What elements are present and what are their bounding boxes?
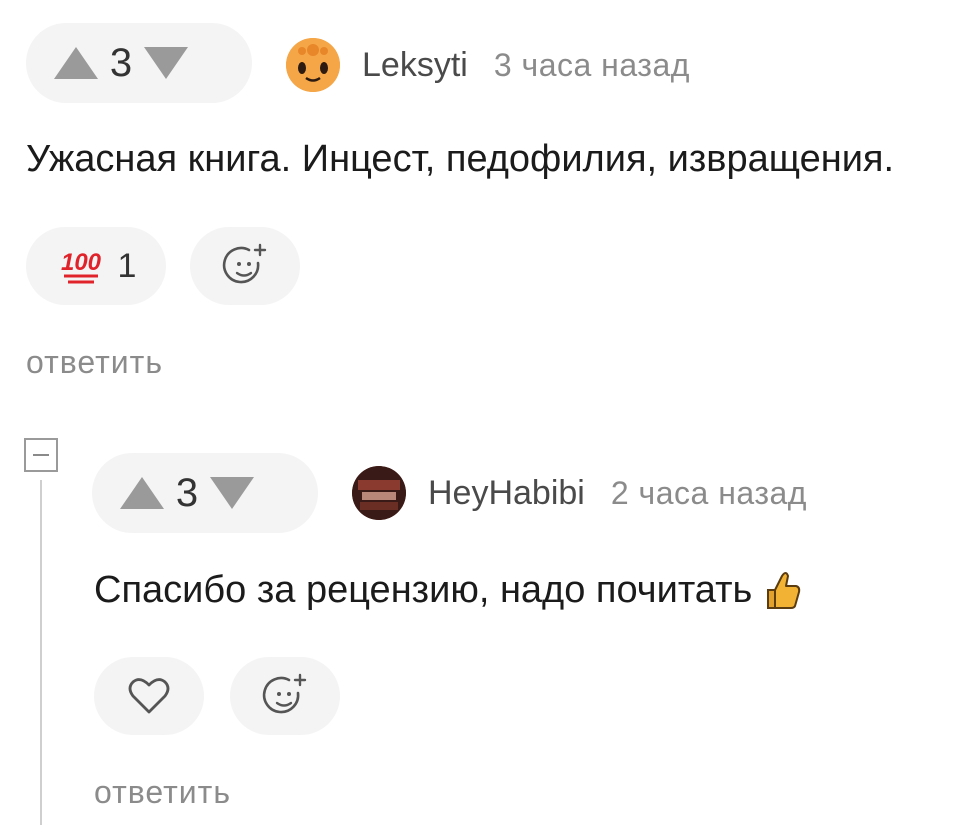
- like-button[interactable]: [94, 657, 204, 735]
- author-name[interactable]: HeyHabibi: [428, 474, 585, 513]
- triangle-down-icon: [144, 47, 188, 79]
- triangle-up-icon: [54, 47, 98, 79]
- author-name[interactable]: Leksyti: [362, 46, 468, 85]
- vote-count: 3: [109, 40, 133, 85]
- avatar-image-icon: [352, 466, 406, 520]
- comment-text: Ужасная книга. Инцест, педофилия, извращ…: [26, 138, 895, 180]
- comment-text: Спасибо за рецензию, надо почитать: [94, 568, 802, 612]
- collapse-thread-button[interactable]: [24, 438, 58, 472]
- triangle-down-icon: [210, 477, 254, 509]
- avatar[interactable]: [352, 466, 406, 520]
- svg-text:100: 100: [61, 249, 102, 276]
- reaction-100[interactable]: 100 1: [26, 227, 166, 305]
- reaction-count: 1: [117, 246, 137, 285]
- reply-link[interactable]: ответить: [26, 344, 163, 381]
- avatar-face-icon: [286, 38, 340, 92]
- add-reaction-button[interactable]: [190, 227, 300, 305]
- comment-text-body: Спасибо за рецензию, надо почитать: [94, 568, 753, 611]
- upvote-button[interactable]: [114, 465, 170, 521]
- add-reaction-button[interactable]: [230, 657, 340, 735]
- hundred-points-emoji-icon: 100: [61, 249, 102, 284]
- vote-control: 3: [26, 23, 252, 103]
- thread-line[interactable]: [40, 480, 42, 825]
- vote-count: 3: [175, 470, 199, 515]
- heart-icon: [128, 678, 170, 714]
- avatar[interactable]: [286, 38, 340, 92]
- comment-author: Leksyti 3 часа назад: [286, 38, 690, 92]
- smiley-plus-icon: [222, 243, 267, 284]
- minus-box-icon: [33, 454, 49, 456]
- triangle-up-icon: [120, 477, 164, 509]
- reply-link[interactable]: ответить: [94, 774, 231, 811]
- comment-time: 2 часа назад: [610, 474, 807, 511]
- vote-control: 3: [92, 453, 318, 533]
- upvote-button[interactable]: [48, 35, 104, 91]
- comment-time: 3 часа назад: [493, 46, 690, 83]
- comment-author: HeyHabibi 2 часа назад: [352, 466, 807, 520]
- downvote-button[interactable]: [138, 35, 194, 91]
- downvote-button[interactable]: [204, 465, 260, 521]
- smiley-plus-icon: [262, 673, 307, 714]
- thumbs-up-emoji: [767, 572, 801, 609]
